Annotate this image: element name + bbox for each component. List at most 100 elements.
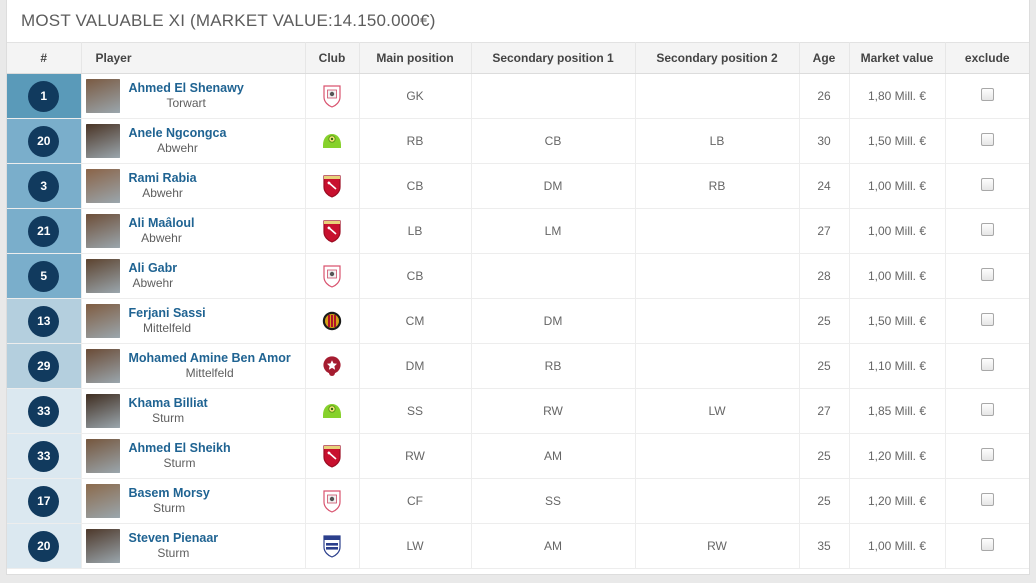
club-crest-icon <box>323 535 341 558</box>
player-photo <box>85 304 120 338</box>
player-cell: Ali Gabr Abwehr <box>81 253 306 299</box>
exclude-checkbox[interactable] <box>980 538 994 551</box>
exclude-cell <box>945 388 1029 434</box>
exclude-checkbox[interactable] <box>980 268 994 281</box>
rank-cell: 3 <box>7 163 82 209</box>
secondary-position-1-cell: AM <box>471 433 636 479</box>
player-photo <box>85 439 120 473</box>
secondary-position-1-cell: DM <box>471 298 636 344</box>
exclude-checkbox[interactable] <box>980 88 994 101</box>
secondary-position-1-cell: AM <box>471 523 636 569</box>
player-name-link[interactable]: Ahmed El Sheikh <box>129 441 231 457</box>
rank-cell: 20 <box>7 523 82 569</box>
jersey-number-badge: 3 <box>28 170 60 202</box>
column-header-club: Club <box>305 42 360 74</box>
table-header-row: # Player Club Main position Secondary positi… <box>7 42 1029 74</box>
main-position-cell: SS <box>359 388 472 434</box>
club-crest-icon <box>323 175 341 198</box>
column-header-main: Main position <box>359 42 472 74</box>
exclude-cell <box>945 298 1029 344</box>
main-position-cell: CB <box>359 253 472 299</box>
club-cell[interactable] <box>305 433 360 479</box>
main-position-cell: LW <box>359 523 472 569</box>
secondary-position-2-cell: LB <box>635 118 800 164</box>
club-cell[interactable] <box>305 163 360 209</box>
column-header-value: Market value <box>849 42 946 74</box>
player-name-link[interactable]: Basem Morsy <box>129 486 210 502</box>
age-cell: 28 <box>799 253 850 299</box>
player-cell: Mohamed Amine Ben Amor Mittelfeld <box>81 343 306 389</box>
jersey-number-badge: 17 <box>28 485 60 517</box>
table-row: 1 Ahmed El Shenawy Torwart GK 26 1,80 Mill. € <box>7 73 1029 119</box>
exclude-checkbox[interactable] <box>980 493 994 506</box>
club-cell[interactable] <box>305 388 360 434</box>
club-crest-icon <box>323 356 341 376</box>
player-name-link[interactable]: Rami Rabia <box>129 171 197 187</box>
exclude-checkbox[interactable] <box>980 178 994 191</box>
player-name-link[interactable]: Ali Gabr <box>129 261 178 277</box>
market-value-cell: 1,80 Mill. € <box>849 73 946 119</box>
club-cell[interactable] <box>305 73 360 119</box>
exclude-cell <box>945 163 1029 209</box>
table-row: 20 Anele Ngcongca Abwehr RB CB LB 30 1,50 Mill.… <box>7 118 1029 164</box>
rank-cell: 20 <box>7 118 82 164</box>
table-row: 33 Ahmed El Sheikh Sturm RW AM 25 1,20 Mill. € <box>7 433 1029 479</box>
exclude-checkbox[interactable] <box>980 358 994 371</box>
secondary-position-1-cell: LM <box>471 208 636 254</box>
table-row: 3 Rami Rabia Abwehr CB DM RB 24 1,00 Mill. € <box>7 163 1029 209</box>
age-cell: 25 <box>799 298 850 344</box>
age-cell: 24 <box>799 163 850 209</box>
market-value-cell: 1,20 Mill. € <box>849 433 946 479</box>
player-role: Sturm <box>153 501 186 516</box>
page-title: MOST VALUABLE XI (MARKET VALUE:14.150.00… <box>7 0 1029 42</box>
club-cell[interactable] <box>305 298 360 344</box>
exclude-checkbox[interactable] <box>980 448 994 461</box>
player-photo <box>85 259 120 293</box>
market-value-cell: 1,00 Mill. € <box>849 523 946 569</box>
column-header-player: Player <box>81 42 306 74</box>
secondary-position-1-cell: RW <box>471 388 636 434</box>
player-name-link[interactable]: Ali Maâloul <box>129 216 195 232</box>
jersey-number-badge: 29 <box>28 350 60 382</box>
club-cell[interactable] <box>305 208 360 254</box>
player-name-link[interactable]: Ferjani Sassi <box>129 306 206 322</box>
player-name-link[interactable]: Steven Pienaar <box>129 531 219 547</box>
club-cell[interactable] <box>305 343 360 389</box>
secondary-position-2-cell <box>635 73 800 119</box>
club-cell[interactable] <box>305 523 360 569</box>
exclude-checkbox[interactable] <box>980 223 994 236</box>
jersey-number-badge: 33 <box>28 395 60 427</box>
club-crest-icon <box>322 311 342 331</box>
table-row: 21 Ali Maâloul Abwehr LB LM 27 1,00 Mill. € <box>7 208 1029 254</box>
exclude-cell <box>945 343 1029 389</box>
exclude-checkbox[interactable] <box>980 133 994 146</box>
column-header-exclude: exclude <box>945 42 1029 74</box>
table-header: # Player Club Main position Secondary positi… <box>7 42 1029 74</box>
player-role: Abwehr <box>157 141 198 156</box>
rank-cell: 13 <box>7 298 82 344</box>
jersey-number-badge: 1 <box>28 80 60 112</box>
jersey-number-badge: 20 <box>28 530 60 562</box>
club-cell[interactable] <box>305 118 360 164</box>
exclude-cell <box>945 118 1029 164</box>
exclude-checkbox[interactable] <box>980 403 994 416</box>
club-cell[interactable] <box>305 253 360 299</box>
club-cell[interactable] <box>305 478 360 524</box>
age-cell: 35 <box>799 523 850 569</box>
rank-cell: 5 <box>7 253 82 299</box>
secondary-position-2-cell <box>635 478 800 524</box>
player-cell: Steven Pienaar Sturm <box>81 523 306 569</box>
club-crest-icon <box>323 85 341 108</box>
player-name-link[interactable]: Khama Billiat <box>129 396 208 412</box>
main-position-cell: LB <box>359 208 472 254</box>
player-name-link[interactable]: Ahmed El Shenawy <box>129 81 244 97</box>
exclude-cell <box>945 433 1029 479</box>
club-crest-icon <box>323 490 341 513</box>
jersey-number-badge: 33 <box>28 440 60 472</box>
age-cell: 26 <box>799 73 850 119</box>
player-name-link[interactable]: Mohamed Amine Ben Amor <box>129 351 291 367</box>
main-position-cell: DM <box>359 343 472 389</box>
player-cell: Anele Ngcongca Abwehr <box>81 118 306 164</box>
player-name-link[interactable]: Anele Ngcongca <box>129 126 227 142</box>
exclude-checkbox[interactable] <box>980 313 994 326</box>
